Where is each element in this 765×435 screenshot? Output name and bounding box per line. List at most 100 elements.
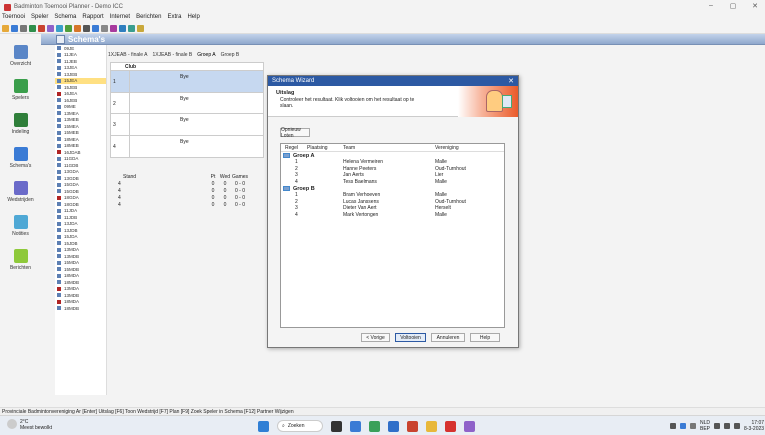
export-icon[interactable]	[119, 24, 126, 32]
tree-item-label: 15MEB	[64, 130, 79, 136]
menu-internet[interactable]: Internet	[110, 14, 130, 23]
menu-speler[interactable]: Speler	[31, 14, 48, 23]
nav-overzicht[interactable]: Overzicht	[0, 45, 41, 79]
tree-item-label: 13GDA	[64, 169, 79, 175]
menu-extra[interactable]: Extra	[167, 14, 181, 23]
dialog-buttons: < Vorige Voltooien Annuleren Help	[361, 333, 505, 342]
nav-wedstrijden[interactable]: Wedstrijden	[0, 181, 41, 215]
weather-widget[interactable]: 2°C Meest bewolkt	[7, 419, 52, 431]
tree-item-label: 13MDB	[64, 253, 80, 259]
minimize-icon[interactable]: –	[700, 2, 722, 10]
close-window-icon[interactable]: ✕	[744, 2, 765, 10]
taskbar-search[interactable]: ⌕ Zoeken	[277, 420, 323, 432]
tree-item-label: 13MDA	[64, 286, 80, 292]
list-icon[interactable]	[92, 24, 99, 32]
edge-icon[interactable]	[369, 420, 380, 432]
report-icon[interactable]	[83, 24, 90, 32]
tree-item[interactable]: 18MDB	[55, 305, 106, 312]
tab-finale-b[interactable]: 1XJEAB - finale B	[152, 52, 192, 61]
schema-icon	[57, 124, 61, 129]
keyboard-icon[interactable]	[690, 423, 696, 429]
standings-row[interactable]: 4 0 0 0 - 0	[113, 181, 273, 188]
menu-schema[interactable]: Schema	[54, 14, 76, 23]
standings-row[interactable]: 4 0 0 0 - 0	[113, 195, 273, 202]
draw-icon[interactable]	[38, 24, 45, 32]
standings-row[interactable]: 4 0 0 0 - 0	[113, 202, 273, 209]
schema-icon	[57, 215, 61, 220]
open-icon[interactable]	[2, 24, 9, 32]
mail-icon[interactable]	[388, 420, 399, 432]
settings-icon[interactable]	[137, 24, 144, 32]
chat-icon[interactable]	[350, 420, 361, 432]
schema-icon	[57, 195, 61, 200]
office-icon[interactable]	[407, 420, 418, 432]
tab-finale-a[interactable]: 1XJEAB - finale A	[108, 52, 147, 61]
tab-groep-b[interactable]: Groep B	[221, 52, 240, 61]
chevron-up-icon[interactable]	[670, 423, 676, 429]
chart-icon[interactable]	[110, 24, 117, 32]
nav-notities[interactable]: Notities	[0, 215, 41, 249]
table-row[interactable]: 4 Bye	[111, 135, 263, 157]
menu-toernooi[interactable]: Toernooi	[2, 14, 25, 23]
clock[interactable]: 17:07 8-3-2023	[744, 420, 764, 432]
onedrive-icon[interactable]	[680, 423, 686, 429]
badminton-app-icon[interactable]	[445, 420, 456, 432]
result-icon[interactable]	[74, 24, 81, 32]
app-icon	[4, 3, 11, 11]
tree-item-label: 15JDB	[64, 240, 78, 246]
group-row[interactable]: Groep B	[281, 185, 504, 192]
menu-rapport[interactable]: Rapport	[82, 14, 103, 23]
nav-spelers[interactable]: Spelers	[0, 79, 41, 113]
finish-button[interactable]: Voltooien	[395, 333, 426, 342]
schema-tree: 09JE 11JEA 11JEB 13JEA 13JEB 15JEA 15JEB 16JEA 1…	[55, 45, 107, 395]
wifi-icon[interactable]	[714, 423, 721, 429]
match-icon[interactable]	[65, 24, 72, 32]
redraw-button[interactable]: Opnieuw Loten	[280, 127, 310, 139]
tree-item-label: 13JEA	[64, 65, 78, 71]
help-button[interactable]: Help	[470, 333, 500, 342]
table-row[interactable]: 3 Bye	[111, 114, 263, 136]
battery-icon[interactable]	[734, 423, 741, 429]
notes-icon	[13, 215, 28, 229]
nav-indeling[interactable]: Indeling	[0, 113, 41, 147]
task-view-icon[interactable]	[331, 420, 342, 432]
standings-row[interactable]: 4 0 0 0 - 0	[113, 188, 273, 195]
menu-help[interactable]: Help	[187, 14, 199, 23]
cloud-icon	[7, 419, 17, 429]
tab-groep-a[interactable]: Groep A	[197, 52, 215, 61]
close-icon[interactable]: ✕	[508, 77, 514, 85]
list-item[interactable]: 4 Mark Vertongen Malle	[281, 212, 504, 219]
schedule-icon[interactable]	[47, 24, 54, 32]
maximize-icon[interactable]: ▢	[722, 2, 744, 10]
tree-item-label: 11GDB	[64, 162, 79, 168]
print-icon[interactable]	[20, 24, 27, 32]
standings-header: Stand Pt Wed Games	[123, 174, 249, 180]
schema-icon	[57, 176, 61, 181]
explorer-icon[interactable]	[426, 420, 437, 432]
cancel-button[interactable]: Annuleren	[431, 333, 465, 342]
language-indicator[interactable]: NLD BEP	[700, 420, 710, 432]
app-icon-extra[interactable]	[464, 420, 475, 432]
back-button[interactable]: < Vorige	[361, 333, 390, 342]
schema-icon	[57, 260, 61, 265]
tree-item-label: 11JEB	[64, 58, 77, 64]
sync-icon[interactable]	[128, 24, 135, 32]
volume-icon[interactable]	[724, 423, 731, 429]
save-icon[interactable]	[11, 24, 18, 32]
court-icon[interactable]	[56, 24, 63, 32]
wizard-document-icon	[502, 95, 512, 108]
table-row[interactable]: 1 Bye	[111, 71, 263, 93]
schema-icon	[57, 189, 61, 194]
start-icon[interactable]	[258, 420, 269, 432]
schema-icon	[57, 156, 61, 161]
menu-berichten[interactable]: Berichten	[136, 14, 161, 23]
table-row[interactable]: 2 Bye	[111, 92, 263, 114]
group-row[interactable]: Groep A	[281, 152, 504, 159]
grid-icon[interactable]	[101, 24, 108, 32]
tree-item-label: 15GDA	[64, 182, 79, 188]
nav-berichten[interactable]: Berichten	[0, 249, 41, 283]
schema-wizard-dialog: Schema Wizard ✕ Uitslag Controleer het r…	[267, 75, 519, 348]
nav-schemas[interactable]: Schema's	[0, 147, 41, 181]
players-tool-icon[interactable]	[29, 24, 36, 32]
schema-icon	[57, 65, 61, 70]
